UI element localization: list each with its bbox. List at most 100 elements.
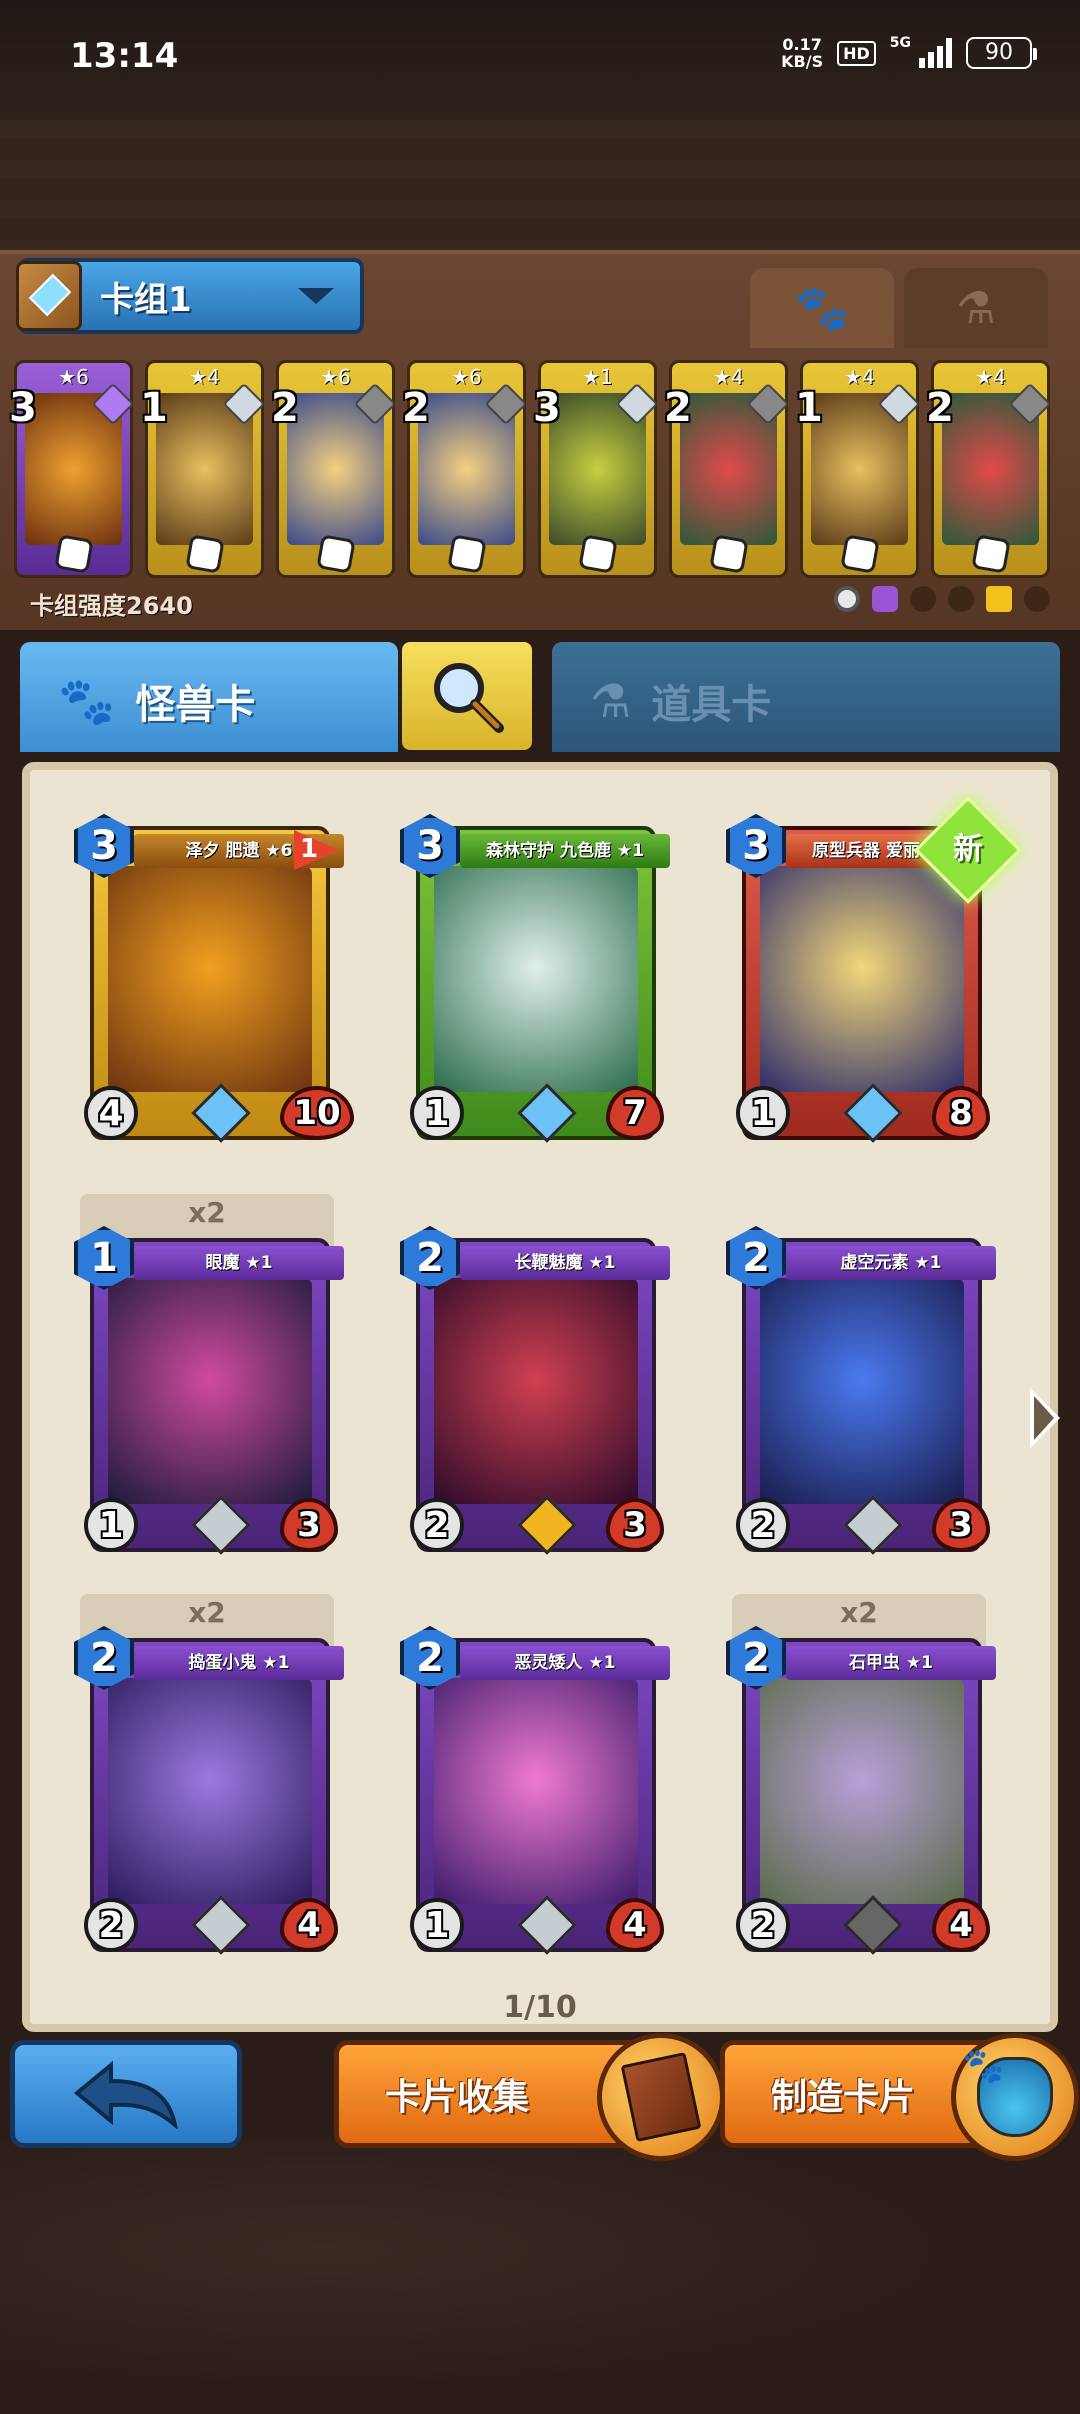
- card-tile[interactable]: 恶灵矮人 ★1 2 1 4: [400, 1626, 670, 1960]
- deck-card-row: ★6 3 ★4 1 ★6 2 ★6 2 ★1 3 ★4 2 ★4 1 ★4 2: [9, 360, 1066, 578]
- tab-monster-deck[interactable]: 🐾: [750, 268, 894, 348]
- card-tile[interactable]: x2 捣蛋小鬼 ★1 2 2 4: [74, 1594, 344, 1960]
- back-arrow-icon: [73, 2060, 178, 2129]
- deck-card-cost: 2: [664, 385, 692, 431]
- deck-card[interactable]: ★6 2: [402, 360, 528, 578]
- card-attack: 2: [410, 1498, 464, 1552]
- card-grid: 泽夕 肥遗 ★6 1 3 4 10 森林守护 九色鹿 ★1 3 1 7 原型兵器…: [74, 796, 1022, 1960]
- deck-card-cost: 1: [140, 385, 168, 431]
- card-art: [434, 866, 638, 1092]
- card-name: 长鞭魅魔 ★1: [460, 1246, 670, 1280]
- craft-card-button[interactable]: 制造卡片: [720, 2033, 1079, 2161]
- deck-card[interactable]: ★4 1: [140, 360, 266, 578]
- deck-book-icon: [16, 261, 82, 331]
- magnifier-icon: [434, 663, 504, 733]
- dice-icon: [578, 534, 618, 574]
- page-indicator: 1/10: [503, 1990, 577, 2025]
- card-attack: 2: [736, 1898, 790, 1952]
- battery-icon: 90: [966, 37, 1037, 69]
- deck-card[interactable]: ★1 3: [533, 360, 659, 578]
- card-book-icon: [597, 2033, 725, 2161]
- network-speed: 0.17 KB/S: [781, 35, 824, 71]
- category-tabs: 🐾 怪兽卡 ⚗ 道具卡: [20, 642, 1060, 760]
- card-tile[interactable]: x2 石甲虫 ★1 2 2 4: [726, 1594, 996, 1960]
- card-name: 虚空元素 ★1: [786, 1246, 996, 1280]
- deck-card-cost: 2: [402, 385, 430, 431]
- card-tile[interactable]: 原型兵器 爱丽丝 ★1 新 3 1 8: [726, 796, 1022, 1148]
- star-rarity-icon: [517, 1083, 577, 1143]
- card-attack: 4: [84, 1086, 138, 1140]
- tab-monster-label: 怪兽卡: [135, 682, 256, 728]
- card-collection-button[interactable]: 卡片收集: [334, 2033, 725, 2161]
- signal-icon: [919, 38, 952, 68]
- card-name: 森林守护 九色鹿 ★1: [460, 834, 670, 868]
- card-art: [760, 1678, 964, 1904]
- status-time: 13:14: [70, 36, 179, 76]
- network-type: 5G: [889, 35, 911, 51]
- card-attack: 2: [84, 1898, 138, 1952]
- rarity-gem-icon: [843, 1895, 903, 1955]
- card-art: [760, 866, 964, 1092]
- rarity-gem-icon: [517, 1895, 577, 1955]
- deck-card[interactable]: ★4 1: [795, 360, 921, 578]
- dice-icon: [54, 534, 94, 574]
- deck-card[interactable]: ★4 2: [926, 360, 1052, 578]
- dice-icon: [185, 534, 225, 574]
- tab-monster-cards[interactable]: 🐾 怪兽卡: [20, 642, 398, 760]
- tab-item-deck[interactable]: ⚗: [904, 268, 1048, 348]
- deck-selector[interactable]: 卡组1: [16, 258, 364, 334]
- tab-item-cards[interactable]: ⚗ 道具卡: [552, 642, 1060, 760]
- wood-backdrop: [0, 120, 1080, 250]
- card-attack: 1: [410, 1898, 464, 1952]
- card-art: [108, 866, 312, 1092]
- star-rarity-icon: [191, 1083, 251, 1143]
- card-attack: 1: [410, 1086, 464, 1140]
- search-button[interactable]: [402, 642, 532, 750]
- hd-icon: HD: [837, 40, 876, 66]
- card-attack: 1: [84, 1498, 138, 1552]
- card-attack: 1: [736, 1086, 790, 1140]
- dice-icon: [447, 534, 487, 574]
- deck-card-cost: 1: [795, 385, 823, 431]
- filter-purple-icon[interactable]: [872, 586, 898, 612]
- deck-card[interactable]: ★6 3: [9, 360, 135, 578]
- card-tile[interactable]: 虚空元素 ★1 2 2 3: [726, 1226, 996, 1560]
- wood-floor: [0, 2140, 1080, 2414]
- card-name: 捣蛋小鬼 ★1: [134, 1646, 344, 1680]
- card-art: [108, 1278, 312, 1504]
- craft-card-label: 制造卡片: [771, 2077, 916, 2118]
- tab-item-label: 道具卡: [651, 682, 772, 728]
- status-indicators: 0.17 KB/S HD 5G 90: [781, 35, 1037, 71]
- card-tile[interactable]: 泽夕 肥遗 ★6 1 3 4 10: [74, 814, 354, 1148]
- rarity-gem-icon: [517, 1495, 577, 1555]
- card-page: 泽夕 肥遗 ★6 1 3 4 10 森林守护 九色鹿 ★1 3 1 7 原型兵器…: [22, 762, 1058, 2032]
- potion-icon: [951, 2033, 1079, 2161]
- deck-strength: 卡组强度2640: [30, 592, 193, 620]
- card-name: 恶灵矮人 ★1: [460, 1646, 670, 1680]
- card-collection-label: 卡片收集: [385, 2077, 530, 2118]
- card-health: 10: [280, 1086, 354, 1140]
- star-rarity-icon: [843, 1083, 903, 1143]
- deck-filter-icons: [834, 586, 1050, 612]
- back-button[interactable]: [10, 2040, 242, 2148]
- card-art: [108, 1678, 312, 1904]
- deck-card[interactable]: ★4 2: [664, 360, 790, 578]
- card-tile[interactable]: x2 眼魔 ★1 1 1 3: [74, 1194, 344, 1560]
- filter-gold-icon[interactable]: [986, 586, 1012, 612]
- card-tile[interactable]: 森林守护 九色鹿 ★1 3 1 7: [400, 814, 670, 1148]
- next-page-arrow-icon[interactable]: [1030, 1388, 1060, 1448]
- paw-icon: 🐾: [794, 283, 850, 334]
- flask-icon: ⚗: [590, 674, 632, 728]
- deck-card-cost: 3: [9, 385, 37, 431]
- filter-fire-icon[interactable]: [1024, 586, 1050, 612]
- filter-fist-icon[interactable]: [948, 586, 974, 612]
- flask-icon: ⚗: [956, 282, 996, 334]
- card-tile[interactable]: 长鞭魅魔 ★1 2 2 3: [400, 1226, 670, 1560]
- filter-all-icon[interactable]: [834, 586, 860, 612]
- deck-card-cost: 2: [926, 385, 954, 431]
- deck-card[interactable]: ★6 2: [271, 360, 397, 578]
- rarity-gem-icon: [191, 1895, 251, 1955]
- deck-card-cost: 2: [271, 385, 299, 431]
- card-name: 眼魔 ★1: [134, 1246, 344, 1280]
- filter-hand-icon[interactable]: [910, 586, 936, 612]
